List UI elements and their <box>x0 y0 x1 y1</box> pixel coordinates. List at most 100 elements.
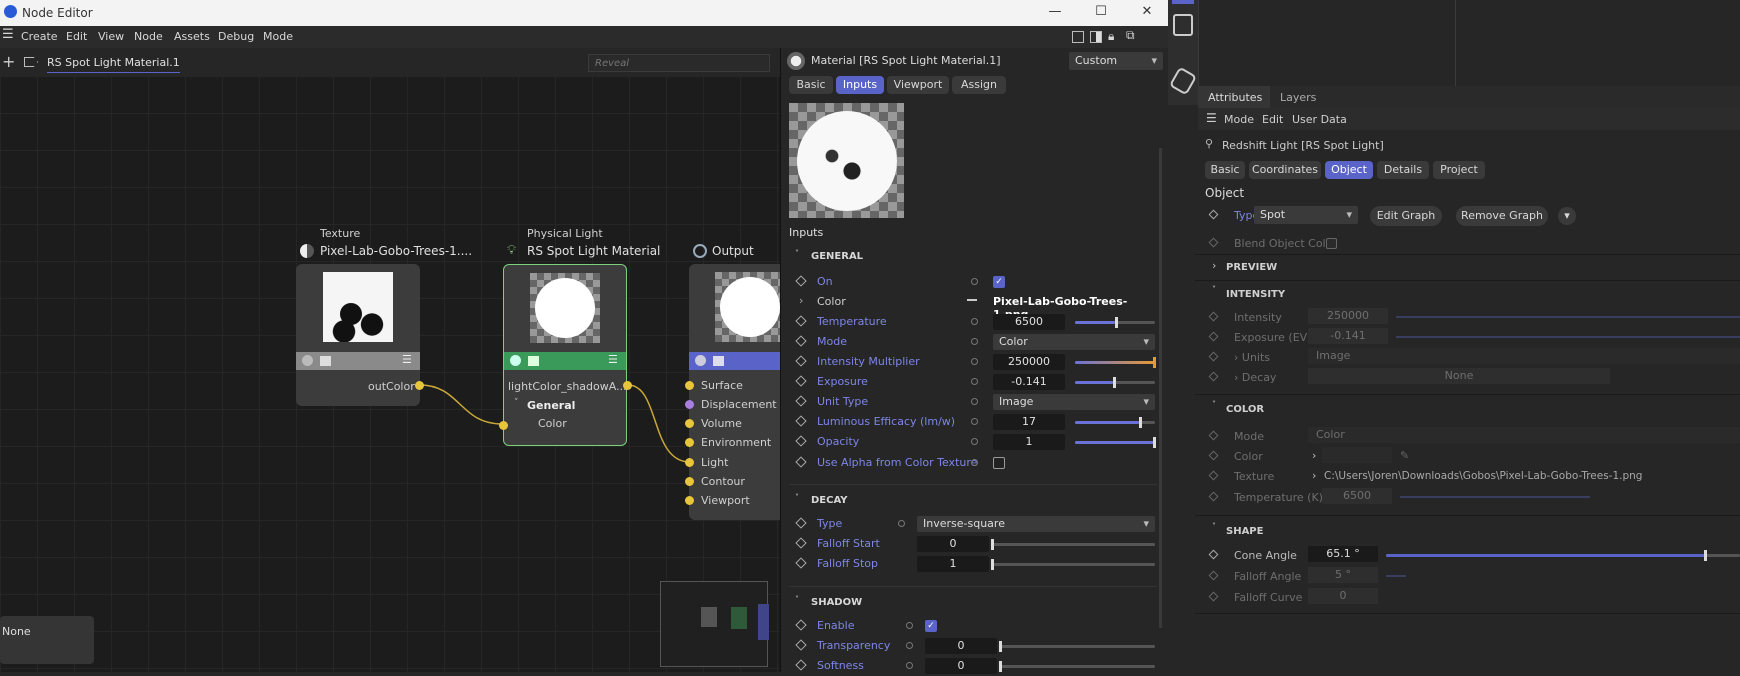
light-port[interactable] <box>685 458 694 467</box>
enable-checkbox[interactable]: ✓ <box>925 620 937 632</box>
port-dot[interactable] <box>971 338 978 345</box>
tab-assign[interactable]: Assign <box>952 76 1006 94</box>
light-node[interactable]: ☰ lightColor_shadowA... ˅ General Color <box>499 264 632 446</box>
r-exposure-slider[interactable] <box>1396 336 1740 338</box>
r-intensity-slider[interactable] <box>1396 316 1740 318</box>
falloff-stop-field[interactable]: 1 <box>917 556 989 572</box>
minimize-button[interactable]: — <box>1046 4 1064 22</box>
keyframe-icon[interactable] <box>795 619 807 631</box>
keyframe-icon[interactable] <box>1208 491 1219 502</box>
none-panel[interactable]: None <box>0 616 94 664</box>
keyframe-icon[interactable] <box>1208 470 1219 481</box>
falloff-stop-slider[interactable] <box>991 559 1155 570</box>
edit-icon[interactable] <box>1168 66 1198 96</box>
opacity-field[interactable]: 1 <box>993 434 1065 450</box>
eyedropper-icon[interactable]: ✎ <box>1400 449 1409 462</box>
r-intensity-field[interactable]: 250000 <box>1308 308 1388 324</box>
keyframe-icon[interactable] <box>795 517 807 529</box>
keyframe-icon[interactable] <box>1208 549 1219 560</box>
keyframe-icon[interactable] <box>1208 591 1219 602</box>
port-dot[interactable] <box>971 418 978 425</box>
port-dot[interactable] <box>971 278 978 285</box>
keyframe-icon[interactable] <box>795 659 807 671</box>
r-mode-field[interactable]: Color <box>1308 427 1740 443</box>
minimap[interactable] <box>660 581 769 667</box>
subtab-basic[interactable]: Basic <box>1205 161 1245 179</box>
intensity-slider[interactable] <box>1075 357 1156 368</box>
keyframe-icon[interactable] <box>795 639 807 651</box>
chevron-down-icon[interactable]: ˅ <box>795 595 799 604</box>
keyframe-icon[interactable] <box>795 335 807 347</box>
subtab-project[interactable]: Project <box>1433 161 1485 179</box>
keyframe-icon[interactable] <box>795 395 807 407</box>
attr-menu-userdata[interactable]: User Data <box>1292 113 1347 126</box>
keyframe-icon[interactable] <box>1208 331 1219 342</box>
r-units-field[interactable]: Image <box>1308 348 1740 364</box>
tab-inputs[interactable]: Inputs <box>836 76 884 94</box>
menu-icon[interactable]: ☰ <box>402 353 412 366</box>
keyframe-icon[interactable] <box>1208 209 1219 220</box>
keyframe-icon[interactable] <box>795 435 807 447</box>
viewport-port[interactable] <box>685 496 694 505</box>
keyframe-icon[interactable] <box>795 557 807 569</box>
chevron-right-icon[interactable]: › <box>799 294 803 307</box>
keyframe-icon[interactable] <box>1208 450 1219 461</box>
environment-port[interactable] <box>685 438 694 447</box>
falloff-curve-field[interactable]: 0 <box>1308 588 1378 604</box>
keyframe-icon[interactable] <box>1208 351 1219 362</box>
falloff-start-field[interactable]: 0 <box>917 536 989 552</box>
intensity-field[interactable]: 250000 <box>993 354 1065 370</box>
port-dot[interactable] <box>906 642 913 649</box>
falloff-angle-field[interactable]: 5 ° <box>1308 567 1378 583</box>
download-icon[interactable] <box>1173 14 1193 36</box>
port-dot[interactable] <box>971 378 978 385</box>
port-dot[interactable] <box>971 438 978 445</box>
transparency-slider[interactable] <box>999 641 1155 652</box>
port-dot[interactable] <box>971 398 978 405</box>
attr-menu-edit[interactable]: Edit <box>1262 113 1283 126</box>
keyframe-icon[interactable] <box>1208 430 1219 441</box>
volume-port[interactable] <box>685 419 694 428</box>
color-in-port[interactable] <box>499 421 508 430</box>
displacement-port[interactable] <box>685 400 694 409</box>
tab-basic[interactable]: Basic <box>789 76 833 94</box>
tab-viewport[interactable]: Viewport <box>887 76 949 94</box>
attr-menu-mode[interactable]: Mode <box>1224 113 1254 126</box>
r-color-swatch[interactable] <box>1322 447 1392 463</box>
contour-port[interactable] <box>685 477 694 486</box>
chevron-down-icon[interactable]: ˅ <box>1212 285 1216 294</box>
keyframe-icon[interactable] <box>795 275 807 287</box>
keyframe-icon[interactable] <box>795 415 807 427</box>
chevron-right-icon[interactable]: › <box>1312 469 1316 482</box>
exposure-slider[interactable] <box>1075 377 1155 388</box>
maximize-button[interactable]: ☐ <box>1092 4 1110 22</box>
type-dropdown[interactable]: Spot <box>1254 206 1358 224</box>
keyframe-icon[interactable] <box>795 355 807 367</box>
keyframe-icon[interactable] <box>795 537 807 549</box>
panel-toggle-icon[interactable] <box>1090 31 1102 43</box>
mode-dropdown[interactable]: Color <box>993 334 1155 350</box>
hamburger-icon[interactable]: ☰ <box>1206 111 1217 125</box>
tab-layers[interactable]: Layers <box>1280 91 1316 104</box>
port-dot[interactable] <box>898 520 905 527</box>
texture-node[interactable]: ☰ outColor <box>296 264 424 406</box>
surface-port[interactable] <box>685 381 694 390</box>
decay-type-dropdown[interactable]: Inverse-square <box>917 516 1155 532</box>
efficacy-field[interactable]: 17 <box>993 414 1065 430</box>
r-temperature-slider[interactable] <box>1400 496 1590 498</box>
port-dot[interactable] <box>971 318 978 325</box>
out-color-port[interactable] <box>415 381 424 390</box>
keyframe-icon[interactable] <box>1208 570 1219 581</box>
port-dot[interactable] <box>906 662 913 669</box>
exposure-field[interactable]: -0.141 <box>993 374 1065 390</box>
remove-graph-button[interactable]: Remove Graph <box>1456 206 1548 226</box>
subtab-details[interactable]: Details <box>1377 161 1429 179</box>
opacity-slider[interactable] <box>1075 437 1156 448</box>
preset-dropdown[interactable]: Custom <box>1069 52 1163 70</box>
chevron-right-icon[interactable]: › <box>1212 259 1216 272</box>
transparency-field[interactable]: 0 <box>925 638 997 654</box>
cone-field[interactable]: 65.1 ° <box>1308 546 1378 562</box>
keyframe-icon[interactable] <box>795 375 807 387</box>
chevron-down-icon[interactable]: ˅ <box>514 398 519 408</box>
on-checkbox[interactable]: ✓ <box>993 276 1005 288</box>
